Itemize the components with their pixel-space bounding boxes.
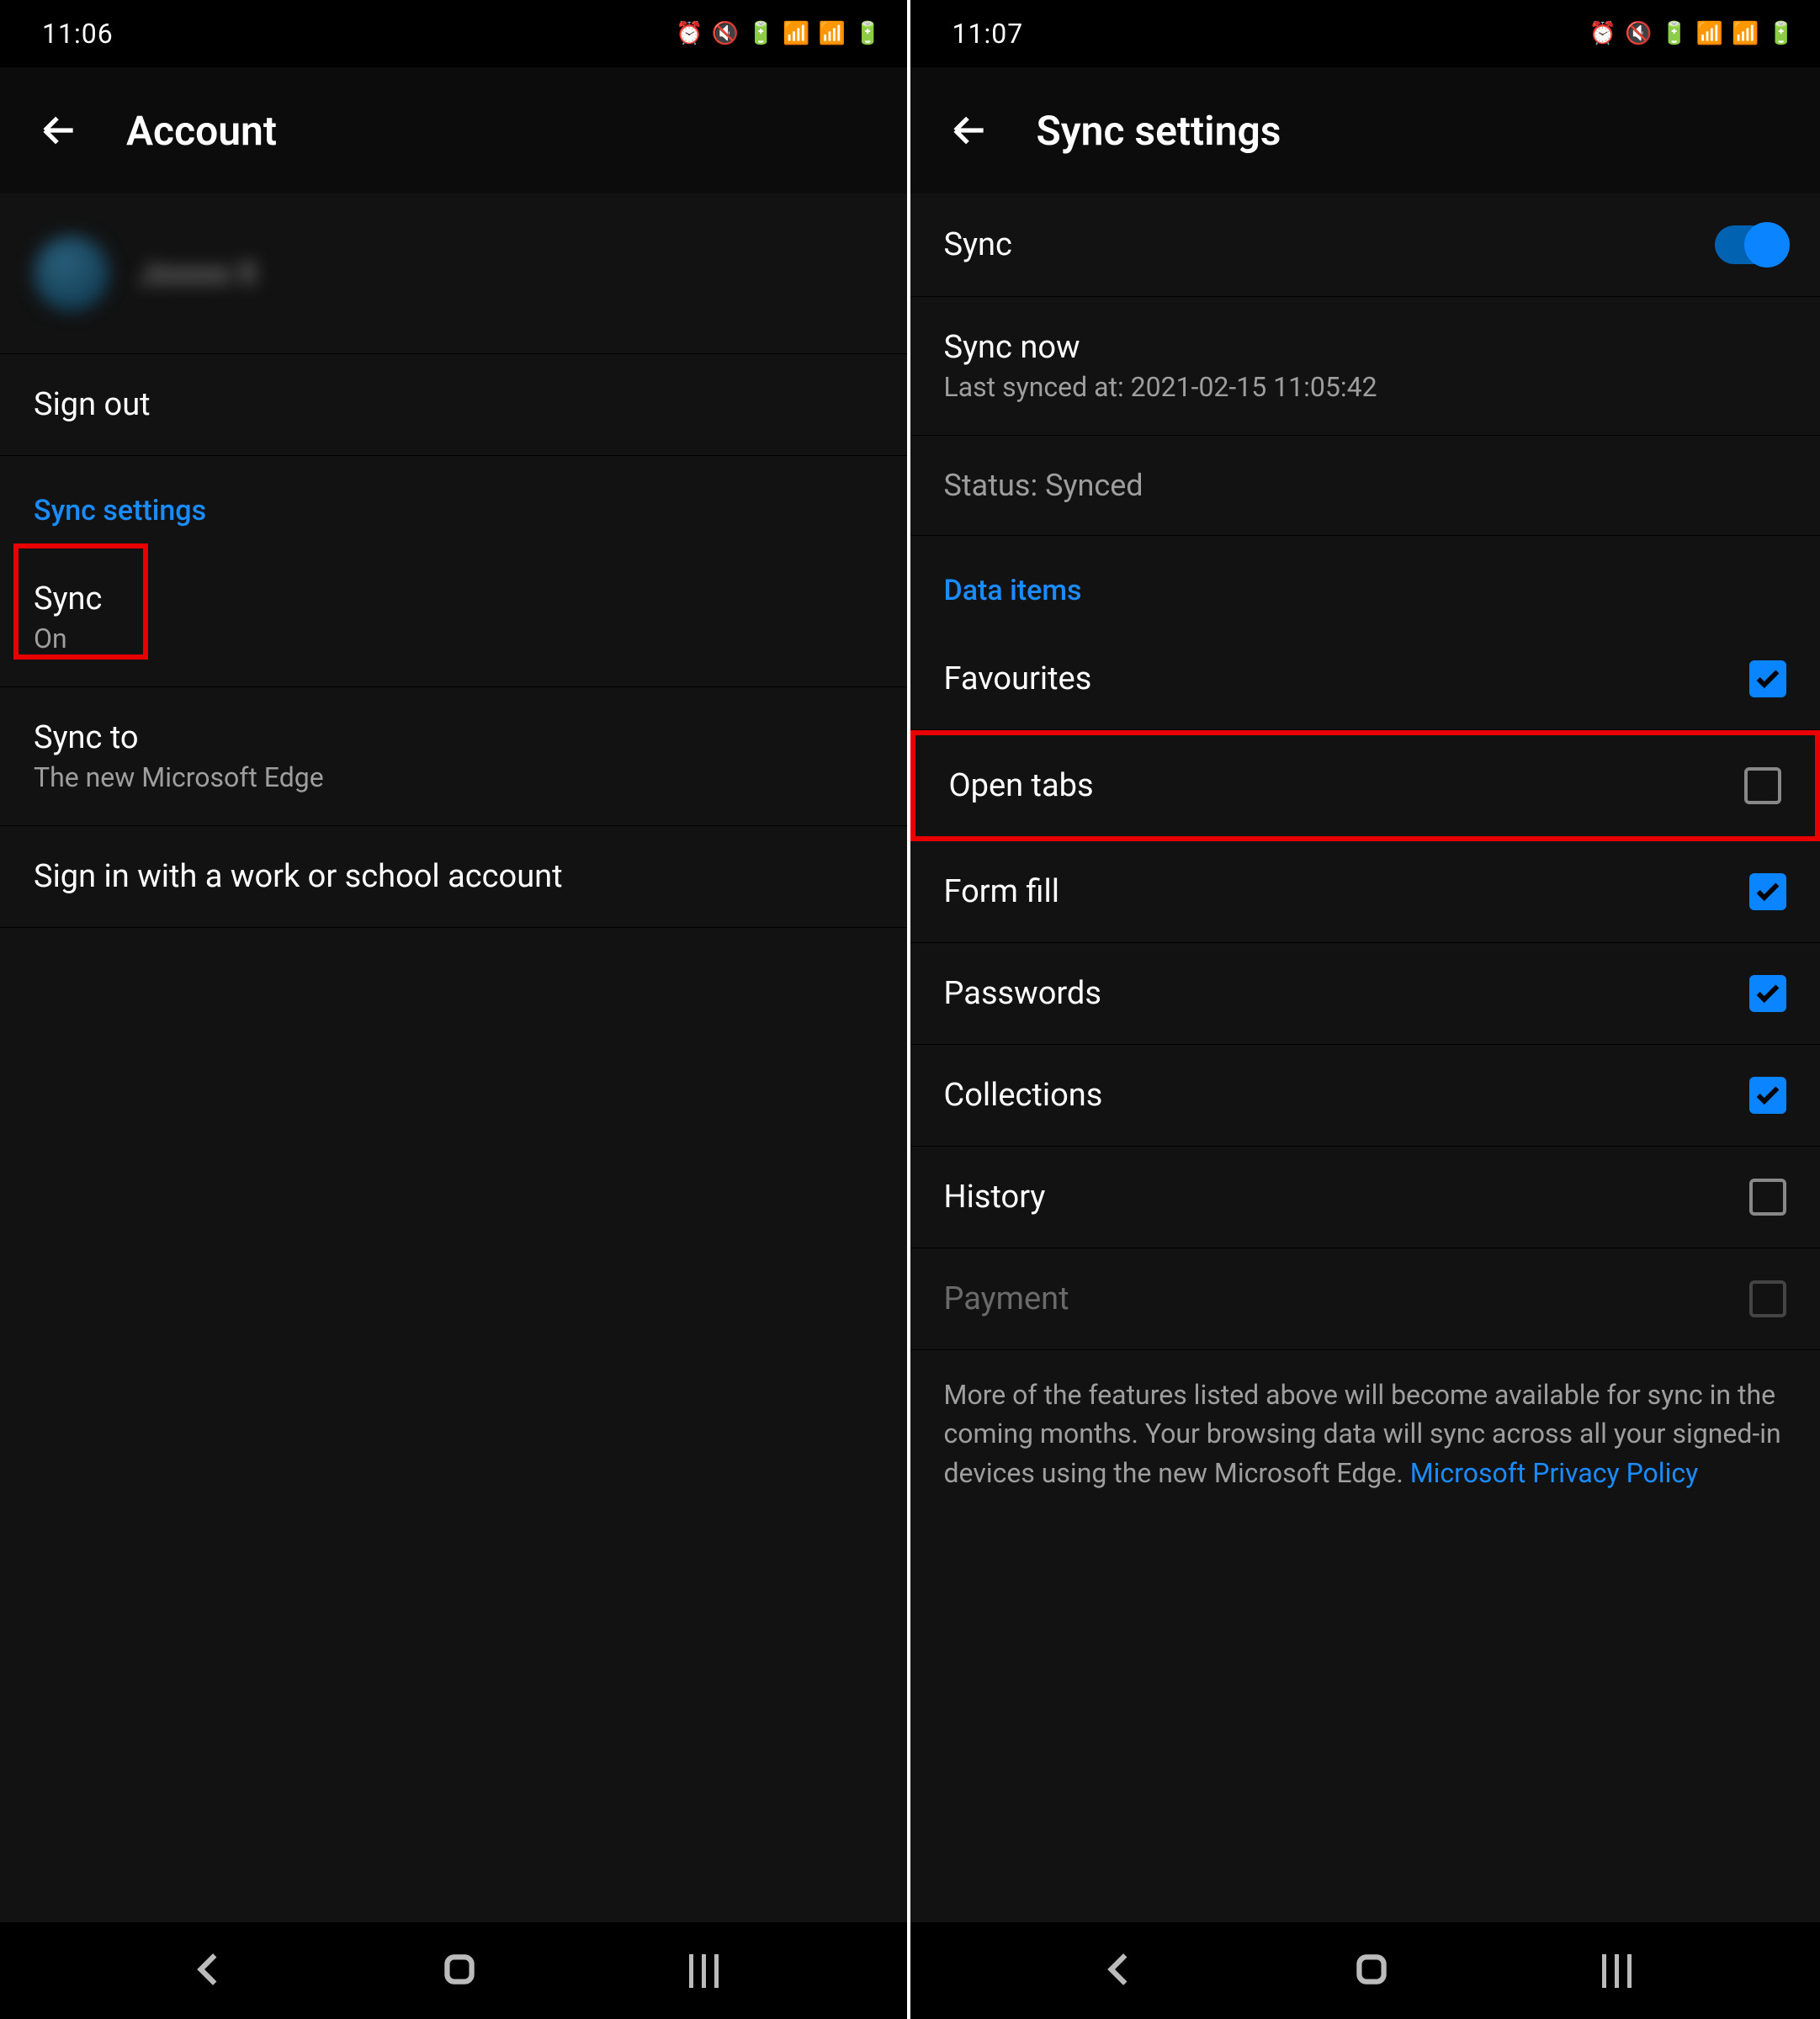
data-item-label: Form fill <box>944 873 1059 910</box>
screenshot-account: 11:06 ⏰ 🔇 🔋 📶 📶 🔋 Account Jxxxxx X <box>0 0 910 2019</box>
arrow-left-icon <box>38 109 80 151</box>
data-item-row[interactable]: Passwords <box>910 943 1820 1045</box>
data-item-label: Favourites <box>944 660 1092 697</box>
signal-icon: 📶 <box>819 21 846 46</box>
status-icons: ⏰ 🔇 🔋 📶 📶 🔋 <box>1589 21 1795 46</box>
status-time: 11:06 <box>42 18 114 50</box>
wifi-icon: 📶 <box>783 21 809 46</box>
data-item-label: Collections <box>944 1077 1103 1114</box>
arrow-left-icon <box>948 109 990 151</box>
check-icon <box>1754 877 1782 906</box>
checkbox[interactable] <box>1749 975 1786 1012</box>
data-items-header: Data items <box>910 536 1820 628</box>
page-title: Account <box>126 107 277 155</box>
footer-text: More of the features listed above will b… <box>910 1350 1820 1543</box>
back-button[interactable] <box>34 105 84 156</box>
nav-back-button[interactable] <box>1099 1948 1141 1994</box>
checkbox[interactable] <box>1749 873 1786 910</box>
nav-back-button[interactable] <box>188 1948 231 1994</box>
account-profile-row[interactable]: Jxxxxx X <box>0 193 907 353</box>
data-item-row: Payment <box>910 1248 1820 1350</box>
checkbox[interactable] <box>1749 660 1786 697</box>
battery-icon: 🔋 <box>854 21 881 46</box>
page-title: Sync settings <box>1037 107 1281 155</box>
status-bar: 11:06 ⏰ 🔇 🔋 📶 📶 🔋 <box>0 0 907 67</box>
battery-icon: 🔋 <box>1768 21 1795 46</box>
checkbox <box>1749 1280 1786 1317</box>
data-item-label: History <box>944 1179 1046 1216</box>
checkbox[interactable] <box>1749 1077 1786 1114</box>
sync-to-label: Sync to <box>34 719 873 756</box>
nav-recent-button[interactable] <box>1602 1954 1632 1988</box>
sync-toggle-row[interactable]: Sync <box>910 193 1820 297</box>
sync-now-row[interactable]: Sync now Last synced at: 2021-02-15 11:0… <box>910 297 1820 436</box>
sync-status: On <box>34 623 873 654</box>
sign-out-label: Sign out <box>34 386 151 423</box>
data-item-row[interactable]: History <box>910 1147 1820 1248</box>
nav-bar <box>0 1922 907 2019</box>
recent-bar-icon <box>689 1954 693 1988</box>
signin-work-row[interactable]: Sign in with a work or school account <box>0 826 907 928</box>
status-time: 11:07 <box>952 18 1024 50</box>
battery-saver-icon: 🔋 <box>1661 21 1688 46</box>
check-icon <box>1754 979 1782 1008</box>
checkbox[interactable] <box>1744 767 1781 804</box>
back-button[interactable] <box>944 105 995 156</box>
data-item-row[interactable]: Form fill <box>910 841 1820 943</box>
sync-to-row[interactable]: Sync to The new Microsoft Edge <box>0 687 907 826</box>
recent-bar-icon <box>1602 1954 1606 1988</box>
mute-icon: 🔇 <box>1625 21 1652 46</box>
status-bar: 11:07 ⏰ 🔇 🔋 📶 📶 🔋 <box>910 0 1820 67</box>
checkbox[interactable] <box>1749 1179 1786 1216</box>
privacy-policy-link[interactable]: Microsoft Privacy Policy <box>1410 1457 1699 1489</box>
nav-bar <box>910 1922 1820 2019</box>
sync-toggle-label: Sync <box>944 226 1012 263</box>
sync-settings-header: Sync settings <box>0 456 907 548</box>
sync-now-label: Sync now <box>944 329 1787 366</box>
data-item-row[interactable]: Open tabs <box>910 730 1820 841</box>
data-item-label: Open tabs <box>949 767 1094 804</box>
alarm-icon: ⏰ <box>676 21 703 46</box>
sync-status-row: Status: Synced <box>910 436 1820 536</box>
home-icon <box>1350 1948 1393 1990</box>
sync-toggle[interactable] <box>1715 225 1786 264</box>
chevron-left-icon <box>1099 1948 1141 1990</box>
header: Account <box>0 67 907 193</box>
sync-label: Sync <box>34 580 873 617</box>
signin-work-label: Sign in with a work or school account <box>34 858 563 895</box>
nav-recent-button[interactable] <box>689 1954 719 1988</box>
sync-to-value: The new Microsoft Edge <box>34 761 873 793</box>
sync-now-timestamp: Last synced at: 2021-02-15 11:05:42 <box>944 371 1787 403</box>
status-icons: ⏰ 🔇 🔋 📶 📶 🔋 <box>676 21 881 46</box>
chevron-left-icon <box>188 1948 231 1990</box>
nav-home-button[interactable] <box>438 1948 480 1994</box>
wifi-icon: 📶 <box>1696 21 1723 46</box>
account-name: Jxxxxx X <box>139 256 257 291</box>
alarm-icon: ⏰ <box>1589 21 1616 46</box>
nav-home-button[interactable] <box>1350 1948 1393 1994</box>
data-item-row[interactable]: Collections <box>910 1045 1820 1147</box>
battery-saver-icon: 🔋 <box>747 21 774 46</box>
screenshot-sync-settings: 11:07 ⏰ 🔇 🔋 📶 📶 🔋 Sync settings Sync <box>910 0 1820 2019</box>
home-icon <box>438 1948 480 1990</box>
sync-status-text: Status: Synced <box>944 468 1143 503</box>
sync-row[interactable]: Sync On <box>0 548 907 687</box>
mute-icon: 🔇 <box>712 21 739 46</box>
data-item-label: Payment <box>944 1280 1069 1317</box>
check-icon <box>1754 665 1782 693</box>
data-item-row[interactable]: Favourites <box>910 628 1820 730</box>
header: Sync settings <box>910 67 1820 193</box>
data-item-label: Passwords <box>944 975 1101 1012</box>
sign-out-row[interactable]: Sign out <box>0 354 907 456</box>
avatar <box>34 236 109 311</box>
check-icon <box>1754 1081 1782 1110</box>
signal-icon: 📶 <box>1732 21 1759 46</box>
